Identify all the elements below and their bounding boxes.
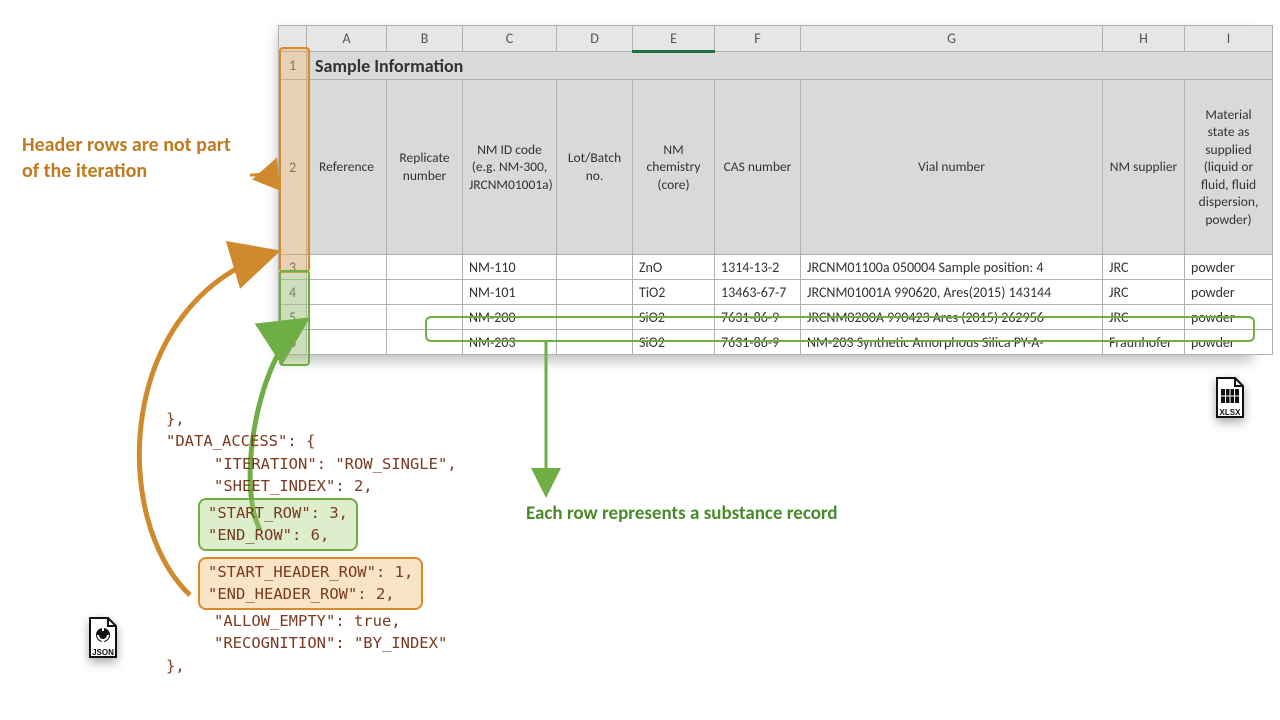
json-close: }, [166, 655, 457, 677]
json-row-range-box: "START_ROW": 3, "END_ROW": 6, [198, 498, 358, 551]
row-4: 4 NM-101 TiO2 13463-67-7 JRCNM01001A 990… [279, 280, 1273, 305]
hdr-lot[interactable]: Lot/Batch no. [557, 80, 633, 255]
sheet-title[interactable]: Sample Information [307, 52, 1273, 80]
json-end-header: "END_HEADER_ROW": 2, [208, 585, 395, 603]
json-recognition: "RECOGNITION": "BY_INDEX" [166, 632, 457, 654]
json-badge-label: JSON [86, 648, 120, 657]
rownum-4[interactable]: 4 [279, 280, 307, 305]
json-header-range-box: "START_HEADER_ROW": 1, "END_HEADER_ROW":… [198, 557, 423, 610]
json-allow-empty: "ALLOW_EMPTY": true, [166, 610, 457, 632]
row-5: 5 NM-200 SiO2 7631-86-9 JRCNM0200A 99042… [279, 305, 1273, 330]
hdr-state[interactable]: Material state as supplied (liquid or fl… [1185, 80, 1273, 255]
col-C[interactable]: C [463, 26, 557, 52]
col-H[interactable]: H [1103, 26, 1185, 52]
xlsx-badge-label: XLSX [1213, 408, 1247, 417]
xlsx-file-icon: XLSX [1213, 377, 1247, 419]
hdr-vial[interactable]: Vial number [801, 80, 1103, 255]
json-end-row: "END_ROW": 6, [208, 526, 329, 544]
rownum-3[interactable]: 3 [279, 255, 307, 280]
json-snippet: }, "DATA_ACCESS": { "ITERATION": "ROW_SI… [166, 408, 457, 677]
col-I[interactable]: I [1185, 26, 1273, 52]
json-start-header: "START_HEADER_ROW": 1, [208, 563, 413, 581]
select-all-corner[interactable] [279, 26, 307, 52]
rownum-1[interactable]: 1 [279, 52, 307, 80]
hdr-reference[interactable]: Reference [307, 80, 387, 255]
row-3: 3 NM-110 ZnO 1314-13-2 JRCNM01100a 05000… [279, 255, 1273, 280]
hdr-cas[interactable]: CAS number [715, 80, 801, 255]
hdr-nmid[interactable]: NM ID code (e.g. NM-300, JRCNM01001a) [463, 80, 557, 255]
json-file-icon: JSON [86, 617, 120, 659]
json-sheet-index: "SHEET_INDEX": 2, [166, 475, 457, 497]
hdr-supplier[interactable]: NM supplier [1103, 80, 1185, 255]
annotation-header-rows: Header rows are not part of the iteratio… [22, 132, 252, 184]
column-letter-row: A B C D E F G H I [279, 26, 1273, 52]
json-iteration: "ITERATION": "ROW_SINGLE", [166, 453, 457, 475]
hdr-replicate[interactable]: Replicate number [387, 80, 463, 255]
json-start-row: "START_ROW": 3, [208, 504, 348, 522]
json-data-access: "DATA_ACCESS": { [166, 430, 457, 452]
spreadsheet: A B C D E F G H I 1 Sample Information 2… [278, 25, 1253, 355]
spreadsheet-table: A B C D E F G H I 1 Sample Information 2… [278, 25, 1273, 355]
rownum-2[interactable]: 2 [279, 80, 307, 255]
col-G[interactable]: G [801, 26, 1103, 52]
annotation-each-row: Each row represents a substance record [526, 502, 838, 525]
row-2: 2 Reference Replicate number NM ID code … [279, 80, 1273, 255]
col-D[interactable]: D [557, 26, 633, 52]
col-F[interactable]: F [715, 26, 801, 52]
json-brace: }, [166, 408, 457, 430]
hdr-chem[interactable]: NM chemistry (core) [633, 80, 715, 255]
row-6: 6 NM-203 SiO2 7631-86-9 NM-203 Synthetic… [279, 330, 1273, 355]
rownum-5[interactable]: 5 [279, 305, 307, 330]
col-B[interactable]: B [387, 26, 463, 52]
rownum-6[interactable]: 6 [279, 330, 307, 355]
col-A[interactable]: A [307, 26, 387, 52]
col-E[interactable]: E [633, 26, 715, 52]
row-1: 1 Sample Information [279, 52, 1273, 80]
